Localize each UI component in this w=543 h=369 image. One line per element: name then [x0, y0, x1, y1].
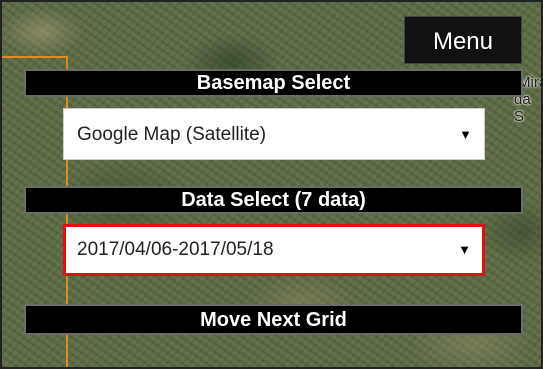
triangle-down-icon: ▼ [459, 127, 472, 142]
basemap-select[interactable]: Google Map (Satellite) ▼ [63, 108, 485, 160]
grid-boundary-line [2, 56, 68, 58]
data-select-header: Data Select (7 data) [24, 186, 523, 214]
data-select[interactable]: 2017/04/06-2017/05/18 ▼ [63, 224, 485, 276]
menu-button[interactable]: Menu [404, 16, 522, 64]
move-next-grid-button[interactable]: Move Next Grid [24, 304, 523, 335]
basemap-select-header: Basemap Select [24, 69, 523, 97]
data-selected-value: 2017/04/06-2017/05/18 [77, 239, 274, 260]
satellite-map[interactable]: Mira da S Menu Basemap Select Google Map… [0, 0, 543, 369]
triangle-down-icon: ▼ [458, 242, 471, 257]
basemap-selected-value: Google Map (Satellite) [77, 124, 267, 145]
